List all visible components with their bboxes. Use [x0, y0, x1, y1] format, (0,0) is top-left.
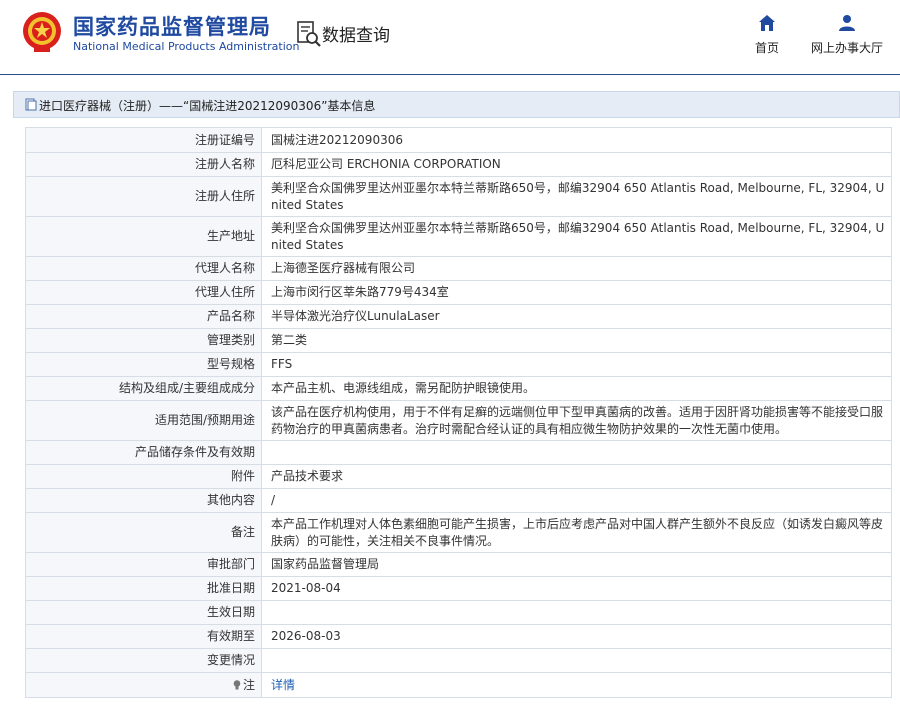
field-label: 其他内容: [25, 488, 262, 513]
field-value: [261, 440, 892, 465]
field-label: 生效日期: [25, 600, 262, 625]
info-row: 产品储存条件及有效期: [25, 440, 892, 465]
field-label: 型号规格: [25, 352, 262, 377]
person-icon: [839, 15, 855, 31]
note-value-cell: 详情: [261, 672, 892, 698]
field-label: 注册证编号: [25, 127, 262, 153]
field-value: 产品技术要求: [261, 464, 892, 489]
section-title: 数据查询: [322, 26, 390, 46]
field-value: 上海德圣医疗器械有限公司: [261, 256, 892, 281]
national-emblem-icon: [23, 12, 61, 52]
field-value: 2021-08-04: [261, 576, 892, 601]
field-label: 审批部门: [25, 552, 262, 577]
field-label: 代理人住所: [25, 280, 262, 305]
field-value: 国家药品监督管理局: [261, 552, 892, 577]
page-title: 进口医疗器械（注册）——“国械注进20212090306”基本信息: [39, 99, 376, 113]
field-value: 半导体激光治疗仪LunulaLaser: [261, 304, 892, 329]
page-title-bar: 进口医疗器械（注册）——“国械注进20212090306”基本信息: [13, 91, 900, 118]
info-row: 注册证编号 国械注进20212090306: [25, 127, 892, 153]
info-row: 管理类别 第二类: [25, 328, 892, 353]
field-label: 代理人名称: [25, 256, 262, 281]
field-value: 国械注进20212090306: [261, 127, 892, 153]
info-row: 结构及组成/主要组成成分 本产品主机、电源线组成，需另配防护眼镜使用。: [25, 376, 892, 401]
document-icon: [25, 98, 37, 111]
home-icon: [759, 15, 775, 31]
info-row: 变更情况: [25, 648, 892, 673]
field-value: 本产品主机、电源线组成，需另配防护眼镜使用。: [261, 376, 892, 401]
field-value: 美利坚合众国佛罗里达州亚墨尔本特兰蒂斯路650号，邮编32904 650 Atl…: [261, 216, 892, 257]
field-label: 备注: [25, 512, 262, 553]
info-row: 其他内容 /: [25, 488, 892, 513]
info-row: 附件 产品技术要求: [25, 464, 892, 489]
field-value: [261, 600, 892, 625]
info-row: 生产地址 美利坚合众国佛罗里达州亚墨尔本特兰蒂斯路650号，邮编32904 650…: [25, 216, 892, 257]
note-label-cell: 注: [25, 672, 262, 698]
field-value: 上海市闵行区莘朱路779号434室: [261, 280, 892, 305]
info-row: 批准日期 2021-08-04: [25, 576, 892, 601]
field-value: 第二类: [261, 328, 892, 353]
field-value: FFS: [261, 352, 892, 377]
info-row: 型号规格 FFS: [25, 352, 892, 377]
info-row: 审批部门 国家药品监督管理局: [25, 552, 892, 577]
details-link[interactable]: 详情: [271, 678, 295, 692]
field-value: 美利坚合众国佛罗里达州亚墨尔本特兰蒂斯路650号，邮编32904 650 Atl…: [261, 176, 892, 217]
lightbulb-icon: [233, 679, 241, 689]
field-value: [261, 648, 892, 673]
site-header: 国家药品监督管理局 National Medical Products Admi…: [0, 0, 900, 75]
data-query-icon: [297, 21, 321, 47]
nav-home-label: 首页: [754, 41, 779, 55]
field-value: 2026-08-03: [261, 624, 892, 649]
field-label: 结构及组成/主要组成成分: [25, 376, 262, 401]
note-row: 注 详情: [25, 672, 892, 698]
info-row: 备注 本产品工作机理对人体色素细胞可能产生损害，上市后应考虑产品对中国人群产生额外…: [25, 512, 892, 553]
nav-home[interactable]: 首页: [752, 14, 782, 56]
info-row: 生效日期: [25, 600, 892, 625]
field-value: /: [261, 488, 892, 513]
nav-online-office-label: 网上办事大厅: [810, 41, 883, 55]
field-label: 适用范围/预期用途: [25, 400, 262, 441]
info-row: 代理人名称 上海德圣医疗器械有限公司: [25, 256, 892, 281]
field-label: 产品储存条件及有效期: [25, 440, 262, 465]
field-label: 批准日期: [25, 576, 262, 601]
field-label: 注册人住所: [25, 176, 262, 217]
info-row: 有效期至 2026-08-03: [25, 624, 892, 649]
field-label: 生产地址: [25, 216, 262, 257]
field-value: 厄科尼亚公司 ERCHONIA CORPORATION: [261, 152, 892, 177]
field-label: 产品名称: [25, 304, 262, 329]
registration-info-table: 注册证编号 国械注进20212090306 注册人名称 厄科尼亚公司 ERCHONIA…: [25, 127, 892, 698]
field-value: 本产品工作机理对人体色素细胞可能产生损害，上市后应考虑产品对中国人群产生额外不良…: [261, 512, 892, 553]
field-value: 该产品在医疗机构使用，用于不伴有足癣的远端侧位甲下型甲真菌病的改善。适用于因肝肾…: [261, 400, 892, 441]
field-label: 注册人名称: [25, 152, 262, 177]
org-name-cn: 国家药品监督管理局: [73, 15, 271, 39]
info-row: 适用范围/预期用途 该产品在医疗机构使用，用于不伴有足癣的远端侧位甲下型甲真菌病的…: [25, 400, 892, 441]
note-label: 注: [242, 677, 255, 692]
nav-online-office[interactable]: 网上办事大厅: [808, 14, 886, 56]
field-label: 有效期至: [25, 624, 262, 649]
info-row: 注册人名称 厄科尼亚公司 ERCHONIA CORPORATION: [25, 152, 892, 177]
field-label: 管理类别: [25, 328, 262, 353]
field-label: 变更情况: [25, 648, 262, 673]
info-row: 注册人住所 美利坚合众国佛罗里达州亚墨尔本特兰蒂斯路650号，邮编32904 65…: [25, 176, 892, 217]
info-row: 产品名称 半导体激光治疗仪LunulaLaser: [25, 304, 892, 329]
field-label: 附件: [25, 464, 262, 489]
org-name-en: National Medical Products Administration: [73, 40, 300, 53]
info-row: 代理人住所 上海市闵行区莘朱路779号434室: [25, 280, 892, 305]
